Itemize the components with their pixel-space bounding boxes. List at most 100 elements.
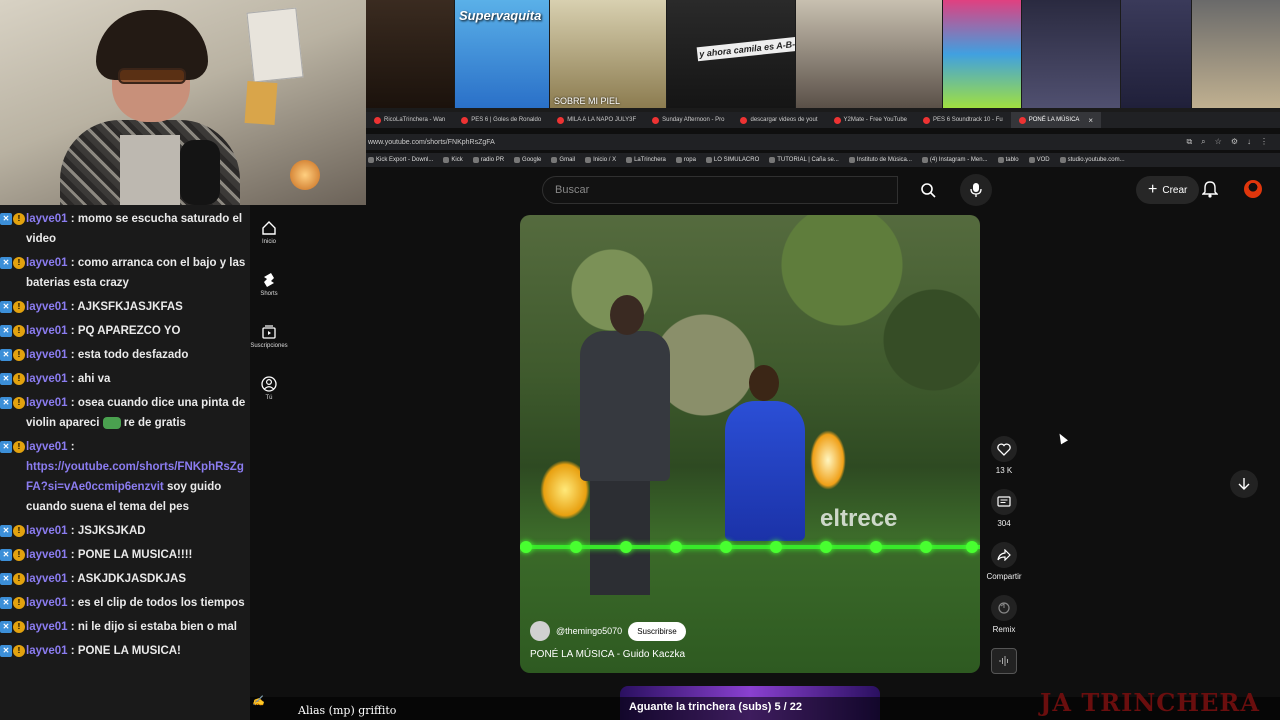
browser-tab[interactable]: Sunday Afternoon - Pro: [644, 112, 732, 128]
chat-username[interactable]: layve01: [26, 349, 68, 361]
badge-icon: !: [13, 397, 25, 409]
open-tab-icon[interactable]: ⧉: [1186, 137, 1192, 147]
chat-username[interactable]: layve01: [26, 373, 68, 385]
chat-emote: [102, 416, 121, 429]
video-host: [560, 295, 670, 605]
chat-username[interactable]: layve01: [26, 257, 68, 269]
channel-avatar[interactable]: [530, 621, 550, 641]
bookmark-item[interactable]: Kick Export - Downl...: [368, 157, 433, 163]
visualizer-dot: [670, 541, 682, 553]
chat-username[interactable]: layve01: [26, 213, 68, 225]
chat-username[interactable]: layve01: [26, 301, 68, 313]
tab-label: RicoLaTrinchera - Wan: [384, 117, 446, 123]
subscribe-button[interactable]: Suscribirse: [628, 621, 686, 641]
chat-text: es el clip de todos los tiempos: [77, 597, 245, 609]
bookmark-item[interactable]: Instituto de Música...: [849, 157, 912, 163]
bookmark-item[interactable]: (4) Instagram - Men...: [922, 157, 988, 163]
search-input[interactable]: Buscar: [542, 176, 898, 204]
badge-icon: !: [13, 597, 25, 609]
chat-message: ✕! layve01 : JSJKSJKAD: [0, 521, 250, 541]
audio-source-button[interactable]: [991, 648, 1017, 674]
tab-thumb[interactable]: [796, 0, 942, 108]
next-short-button[interactable]: [1230, 470, 1258, 498]
bookmark-item[interactable]: Inicio / X: [585, 157, 616, 163]
tab-thumb[interactable]: [366, 0, 454, 108]
url-text[interactable]: www.youtube.com/shorts/FNKphRsZgFA: [366, 139, 495, 146]
chat-username[interactable]: layve01: [26, 573, 68, 585]
chat-username[interactable]: layve01: [26, 325, 68, 337]
browser-tab[interactable]: PES 6 Soundtrack 10 - Fu: [915, 112, 1011, 128]
bookmark-item[interactable]: TUTORIAL | Caña se...: [769, 157, 839, 163]
badge-icon: ✕: [0, 397, 12, 409]
comments-button[interactable]: 304: [986, 489, 1022, 542]
remix-button[interactable]: Remix: [986, 595, 1022, 648]
browser-tab[interactable]: descargar videos de yout: [732, 112, 825, 128]
zoom-icon[interactable]: ⌕: [1201, 137, 1205, 147]
like-button[interactable]: 13 K: [986, 436, 1022, 489]
browser-tab[interactable]: PES 6 | Goles de Ronaldo: [453, 112, 549, 128]
chat-message: ✕! layve01 : PQ APAREZCO YO: [0, 321, 250, 341]
tab-thumb[interactable]: [1121, 0, 1191, 108]
bookmark-item[interactable]: tablo: [998, 157, 1019, 163]
tab-thumb[interactable]: [943, 0, 1021, 108]
bookmark-item[interactable]: Google: [514, 157, 541, 163]
chat-text: esta todo desfazado: [77, 349, 189, 361]
browser-tab[interactable]: MILA A LA NAPO JULY3F: [549, 112, 644, 128]
channel-name[interactable]: @themingo5070: [556, 626, 622, 636]
voice-search-button[interactable]: [960, 174, 992, 206]
badge-icon: !: [13, 525, 25, 537]
nav-shorts[interactable]: Shorts: [252, 272, 286, 324]
nav-label: Tú: [265, 395, 273, 401]
bookmark-item[interactable]: ropa: [676, 157, 696, 163]
chat-username[interactable]: layve01: [26, 645, 68, 657]
nav-you[interactable]: Tú: [252, 376, 286, 428]
nav-home[interactable]: Inicio: [252, 220, 286, 272]
bookmark-item[interactable]: Kick: [443, 157, 462, 163]
bookmark-item[interactable]: LaTrinchera: [626, 157, 666, 163]
account-avatar[interactable]: [1244, 180, 1262, 198]
create-button[interactable]: + Crear: [1136, 176, 1200, 204]
chat-username[interactable]: layve01: [26, 597, 68, 609]
tab-thumb[interactable]: [1192, 0, 1280, 108]
chat-message: ✕! layve01 : esta todo desfazado: [0, 345, 250, 365]
visualizer-dot: [770, 541, 782, 553]
chat-username[interactable]: layve01: [26, 621, 68, 633]
bookmarks-bar: Kick Export - Downl... Kick radio PR Google…: [366, 153, 1280, 167]
favicon-icon: [833, 116, 841, 124]
you-icon: [261, 376, 277, 392]
bookmark-item[interactable]: LO SIMULACRO: [706, 157, 759, 163]
extensions-icon[interactable]: ⚙: [1231, 137, 1238, 147]
video-title[interactable]: PONÉ LA MÚSICA - Guido Kaczka: [530, 649, 970, 660]
browser-tab[interactable]: RicoLaTrinchera - Wan: [366, 112, 453, 128]
tab-thumb[interactable]: Supervaquita: [455, 0, 549, 108]
visualizer-dot: [820, 541, 832, 553]
close-tab-icon[interactable]: ×: [1088, 116, 1093, 125]
chat-username[interactable]: layve01: [26, 397, 68, 409]
browser-tab[interactable]: Y2Mate - Free YouTube: [826, 112, 915, 128]
chat-message: ✕! layve01 : PONE LA MUSICA!: [0, 641, 250, 661]
bookmark-star-icon[interactable]: ☆: [1215, 137, 1222, 147]
address-bar[interactable]: www.youtube.com/shorts/FNKphRsZgFA ⧉ ⌕ ☆…: [366, 134, 1280, 150]
tab-thumb[interactable]: y ahora camila es A-B-O-GA-DA: [667, 0, 795, 108]
bookmark-item[interactable]: Gmail: [551, 157, 575, 163]
chat-username[interactable]: layve01: [26, 525, 68, 537]
chat-username[interactable]: layve01: [26, 441, 68, 453]
tab-thumb[interactable]: [1022, 0, 1120, 108]
share-button[interactable]: Compartir: [986, 542, 1022, 595]
bookmark-item[interactable]: radio PR: [473, 157, 504, 163]
download-icon[interactable]: ↓: [1247, 137, 1251, 147]
bookmark-item[interactable]: studio.youtube.com...: [1060, 157, 1125, 163]
favicon-icon: [374, 116, 381, 124]
bookmark-item[interactable]: VOD: [1029, 157, 1050, 163]
notifications-button[interactable]: [1201, 180, 1219, 203]
tab-thumb[interactable]: SOBRE MI PIEL: [550, 0, 666, 108]
audio-visualizer: [520, 545, 980, 549]
search-button[interactable]: [906, 176, 950, 204]
shorts-video-player[interactable]: eltrece @themingo5070 Suscribirse PONÉ L…: [520, 215, 980, 673]
chat-text: re de gratis: [123, 417, 186, 429]
browser-tab[interactable]: PONÉ LA MÚSICA ×: [1010, 112, 1102, 128]
menu-icon[interactable]: ⋮: [1260, 137, 1268, 147]
nav-subscriptions[interactable]: Suscripciones: [250, 324, 288, 376]
chat-username[interactable]: layve01: [26, 549, 68, 561]
badge-icon: !: [13, 549, 25, 561]
